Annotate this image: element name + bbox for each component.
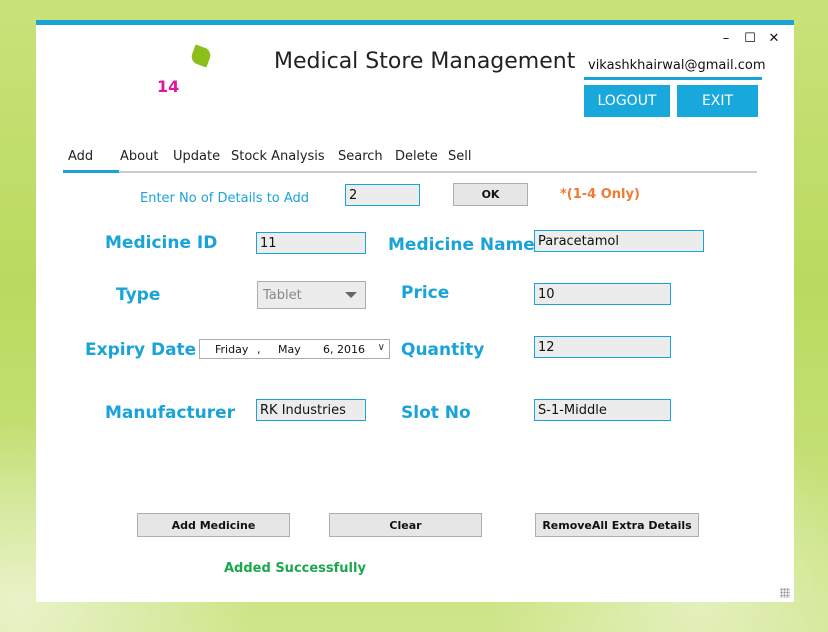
tab-stock-analysis[interactable]: Stock Analysis (231, 149, 325, 164)
manufacturer-label: Manufacturer (105, 403, 236, 423)
expiry-day-year: 6, 2016 (323, 343, 365, 356)
slot-no-input[interactable]: S-1-Middle (534, 399, 671, 421)
tab-sell[interactable]: Sell (448, 149, 471, 164)
quantity-label: Quantity (401, 340, 485, 360)
details-count-label: Enter No of Details to Add (140, 191, 310, 206)
tab-search[interactable]: Search (338, 149, 383, 164)
expiry-separator: , (257, 343, 261, 356)
ok-button[interactable]: OK (453, 183, 528, 206)
details-count-note: *(1-4 Only) (560, 187, 640, 202)
resize-grip-icon[interactable] (780, 588, 790, 598)
type-label: Type (116, 285, 161, 305)
expiry-date-label: Expiry Date (85, 340, 197, 360)
tab-update[interactable]: Update (173, 149, 220, 164)
exit-button[interactable]: EXIT (677, 85, 758, 117)
logout-button[interactable]: LOGOUT (584, 85, 670, 117)
type-select[interactable]: Tablet (257, 281, 366, 309)
record-counter: 14 (157, 77, 180, 96)
quantity-input[interactable]: 12 (534, 336, 671, 358)
close-icon[interactable]: ✕ (765, 31, 783, 46)
page-title: Medical Store Management (274, 49, 576, 74)
manufacturer-input[interactable]: RK Industries (256, 399, 366, 421)
add-medicine-button[interactable]: Add Medicine (137, 513, 290, 537)
leaf-logo-icon (189, 44, 213, 68)
tab-delete[interactable]: Delete (395, 149, 438, 164)
expiry-month: May (278, 343, 301, 356)
type-select-value: Tablet (263, 288, 302, 303)
maximize-icon[interactable]: ☐ (741, 31, 759, 46)
app-window: – ☐ ✕ 14 Medical Store Management vikash… (36, 20, 794, 602)
price-input[interactable]: 10 (534, 283, 671, 305)
tab-add[interactable]: Add (68, 149, 93, 164)
medicine-id-input[interactable]: 11 (256, 232, 366, 254)
email-underline (584, 77, 762, 80)
chevron-down-icon[interactable]: ∨ (378, 342, 385, 353)
slot-no-label: Slot No (401, 403, 471, 423)
details-count-input[interactable]: 2 (345, 184, 420, 206)
medicine-name-input[interactable]: Paracetamol (534, 230, 704, 252)
status-message: Added Successfully (224, 561, 366, 576)
expiry-day-name: Friday (215, 343, 249, 356)
minimize-icon[interactable]: – (717, 31, 735, 46)
chevron-down-icon (345, 292, 357, 298)
tab-divider (63, 171, 757, 173)
user-email: vikashkhairwal@gmail.com (588, 58, 766, 73)
medicine-name-label: Medicine Name (388, 235, 535, 255)
clear-button[interactable]: Clear (329, 513, 482, 537)
remove-extra-details-button[interactable]: RemoveAll Extra Details (535, 513, 699, 537)
medicine-id-label: Medicine ID (105, 233, 218, 253)
price-label: Price (401, 283, 450, 303)
expiry-date-picker[interactable]: Friday , May 6, 2016 ∨ (199, 339, 390, 359)
tab-about[interactable]: About (120, 149, 158, 164)
active-tab-indicator (63, 170, 119, 173)
